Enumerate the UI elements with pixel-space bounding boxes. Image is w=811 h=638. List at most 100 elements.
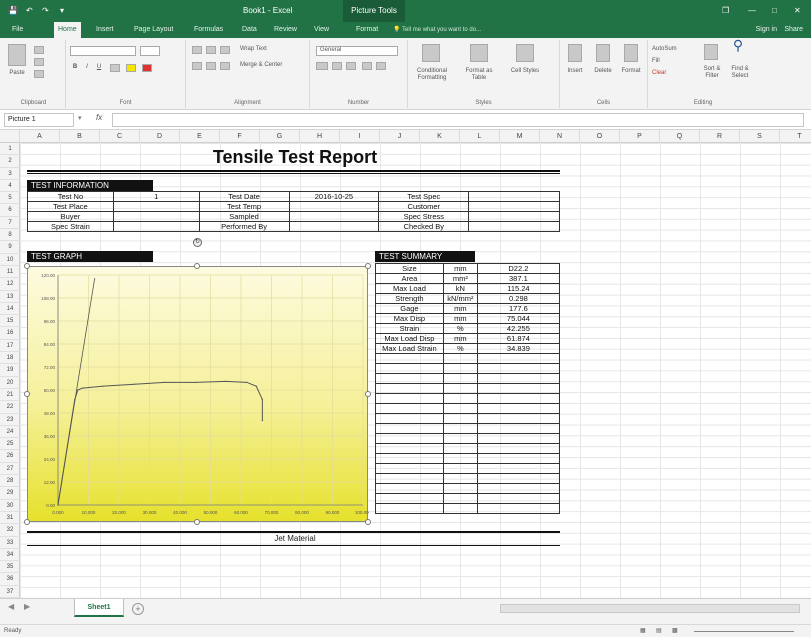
save-icon[interactable]: 💾 <box>8 0 18 22</box>
fill-button[interactable]: Fill <box>652 58 696 65</box>
info-value[interactable] <box>468 221 560 232</box>
summary-value[interactable] <box>476 383 561 394</box>
column-header[interactable]: J <box>380 130 420 143</box>
column-header[interactable]: T <box>780 130 811 143</box>
column-header[interactable]: P <box>620 130 660 143</box>
tab-file[interactable]: File <box>8 22 27 38</box>
summary-value[interactable]: 34.839 <box>476 343 561 354</box>
percent-style-icon[interactable] <box>332 62 342 70</box>
row-header[interactable]: 4 <box>0 180 20 193</box>
resize-handle-bottom-right[interactable] <box>365 519 371 525</box>
merge-center-button[interactable]: Merge & Center <box>240 62 306 69</box>
row-header[interactable]: 34 <box>0 549 20 562</box>
scroll-right-icon[interactable]: ▶ <box>24 602 30 611</box>
fill-color-icon[interactable] <box>126 64 136 72</box>
resize-handle-bottom-left[interactable] <box>24 519 30 525</box>
summary-value[interactable]: 42.255 <box>476 323 561 334</box>
sort-filter-button[interactable]: Sort & Filter <box>698 66 726 80</box>
align-right-icon[interactable] <box>220 62 230 70</box>
info-value[interactable]: 1 <box>112 191 200 202</box>
conditional-formatting-icon[interactable] <box>422 44 440 62</box>
resize-handle-top-left[interactable] <box>24 263 30 269</box>
format-as-table-button[interactable]: Format as Table <box>458 68 500 82</box>
summary-value[interactable] <box>476 493 561 504</box>
page-layout-view-icon[interactable]: ▤ <box>656 625 662 638</box>
resize-handle-left[interactable] <box>24 391 30 397</box>
summary-value[interactable]: 387.1 <box>476 273 561 284</box>
info-value[interactable] <box>468 201 560 212</box>
format-painter-icon[interactable] <box>34 70 44 78</box>
tab-view[interactable]: View <box>310 22 333 38</box>
info-value[interactable] <box>468 191 560 202</box>
column-header[interactable]: D <box>140 130 180 143</box>
info-value[interactable] <box>112 201 200 212</box>
tab-format[interactable]: Format <box>352 22 382 38</box>
paste-label[interactable]: Paste <box>4 70 30 77</box>
row-header[interactable]: 23 <box>0 414 20 426</box>
summary-value[interactable]: 75.044 <box>476 313 561 324</box>
close-icon[interactable]: ✕ <box>794 0 801 22</box>
summary-value[interactable] <box>476 393 561 404</box>
clear-button[interactable]: Clear <box>652 70 696 77</box>
summary-value[interactable] <box>476 373 561 384</box>
zoom-slider[interactable] <box>694 631 794 632</box>
sort-filter-icon[interactable] <box>704 44 718 60</box>
tensile-chart[interactable]: 0.00 12.00 24.00 36.00 48.00 60.00 72.00 84.00 9… <box>27 266 372 522</box>
summary-value[interactable] <box>476 403 561 414</box>
column-header[interactable]: B <box>60 130 100 143</box>
summary-value[interactable]: 0.298 <box>476 293 561 304</box>
italic-icon[interactable]: I <box>82 64 92 71</box>
customize-quick-access-icon[interactable]: ▾ <box>60 0 64 22</box>
tab-data[interactable]: Data <box>238 22 261 38</box>
column-header[interactable]: M <box>500 130 540 143</box>
bold-icon[interactable]: B <box>70 64 80 71</box>
maximize-icon[interactable]: □ <box>772 0 777 22</box>
format-cells-icon[interactable] <box>624 44 638 62</box>
summary-value[interactable] <box>476 433 561 444</box>
cell-styles-button[interactable]: Cell Styles <box>506 68 544 75</box>
copy-icon[interactable] <box>34 58 44 66</box>
summary-value[interactable]: 61.874 <box>476 333 561 344</box>
info-value[interactable] <box>288 211 380 222</box>
row-header[interactable]: 27 <box>0 463 20 476</box>
column-header[interactable]: F <box>220 130 260 143</box>
row-header[interactable]: 8 <box>0 229 20 242</box>
align-left-icon[interactable] <box>192 62 202 70</box>
column-header[interactable]: N <box>540 130 580 143</box>
insert-cells-button[interactable]: Insert <box>562 68 588 75</box>
tab-home[interactable]: Home <box>54 22 81 38</box>
share-button[interactable]: Share <box>784 22 803 38</box>
font-name-select[interactable] <box>70 46 136 56</box>
row-header[interactable]: 15 <box>0 315 20 328</box>
align-middle-icon[interactable] <box>206 46 216 54</box>
row-header[interactable]: 13 <box>0 291 20 303</box>
summary-value[interactable] <box>476 363 561 374</box>
summary-value[interactable] <box>476 453 561 464</box>
scroll-left-icon[interactable]: ◀ <box>8 602 14 611</box>
format-cells-button[interactable]: Format <box>618 68 644 75</box>
row-header[interactable]: 32 <box>0 524 20 537</box>
find-select-icon[interactable]: ⚲ <box>730 38 746 52</box>
find-select-button[interactable]: Find & Select <box>726 66 754 80</box>
delete-cells-icon[interactable] <box>596 44 610 62</box>
minimize-icon[interactable]: — <box>748 0 756 22</box>
row-header[interactable]: 16 <box>0 327 20 340</box>
row-header[interactable]: 7 <box>0 217 20 230</box>
summary-value[interactable] <box>476 473 561 484</box>
info-value[interactable] <box>288 221 380 232</box>
resize-handle-top[interactable] <box>194 263 200 269</box>
paste-icon[interactable] <box>8 44 26 66</box>
tab-insert[interactable]: Insert <box>92 22 118 38</box>
column-header[interactable]: I <box>340 130 380 143</box>
row-header[interactable]: 1 <box>0 143 20 156</box>
row-header[interactable]: 20 <box>0 377 20 389</box>
summary-value[interactable]: 177.6 <box>476 303 561 314</box>
undo-icon[interactable]: ↶ <box>26 0 33 22</box>
conditional-formatting-button[interactable]: Conditional Formatting <box>410 68 454 82</box>
tab-page-layout[interactable]: Page Layout <box>130 22 177 38</box>
row-header[interactable]: 5 <box>0 192 20 205</box>
resize-handle-top-right[interactable] <box>365 263 371 269</box>
accounting-format-icon[interactable] <box>316 62 328 70</box>
summary-value[interactable] <box>476 413 561 424</box>
row-header[interactable]: 21 <box>0 389 20 402</box>
